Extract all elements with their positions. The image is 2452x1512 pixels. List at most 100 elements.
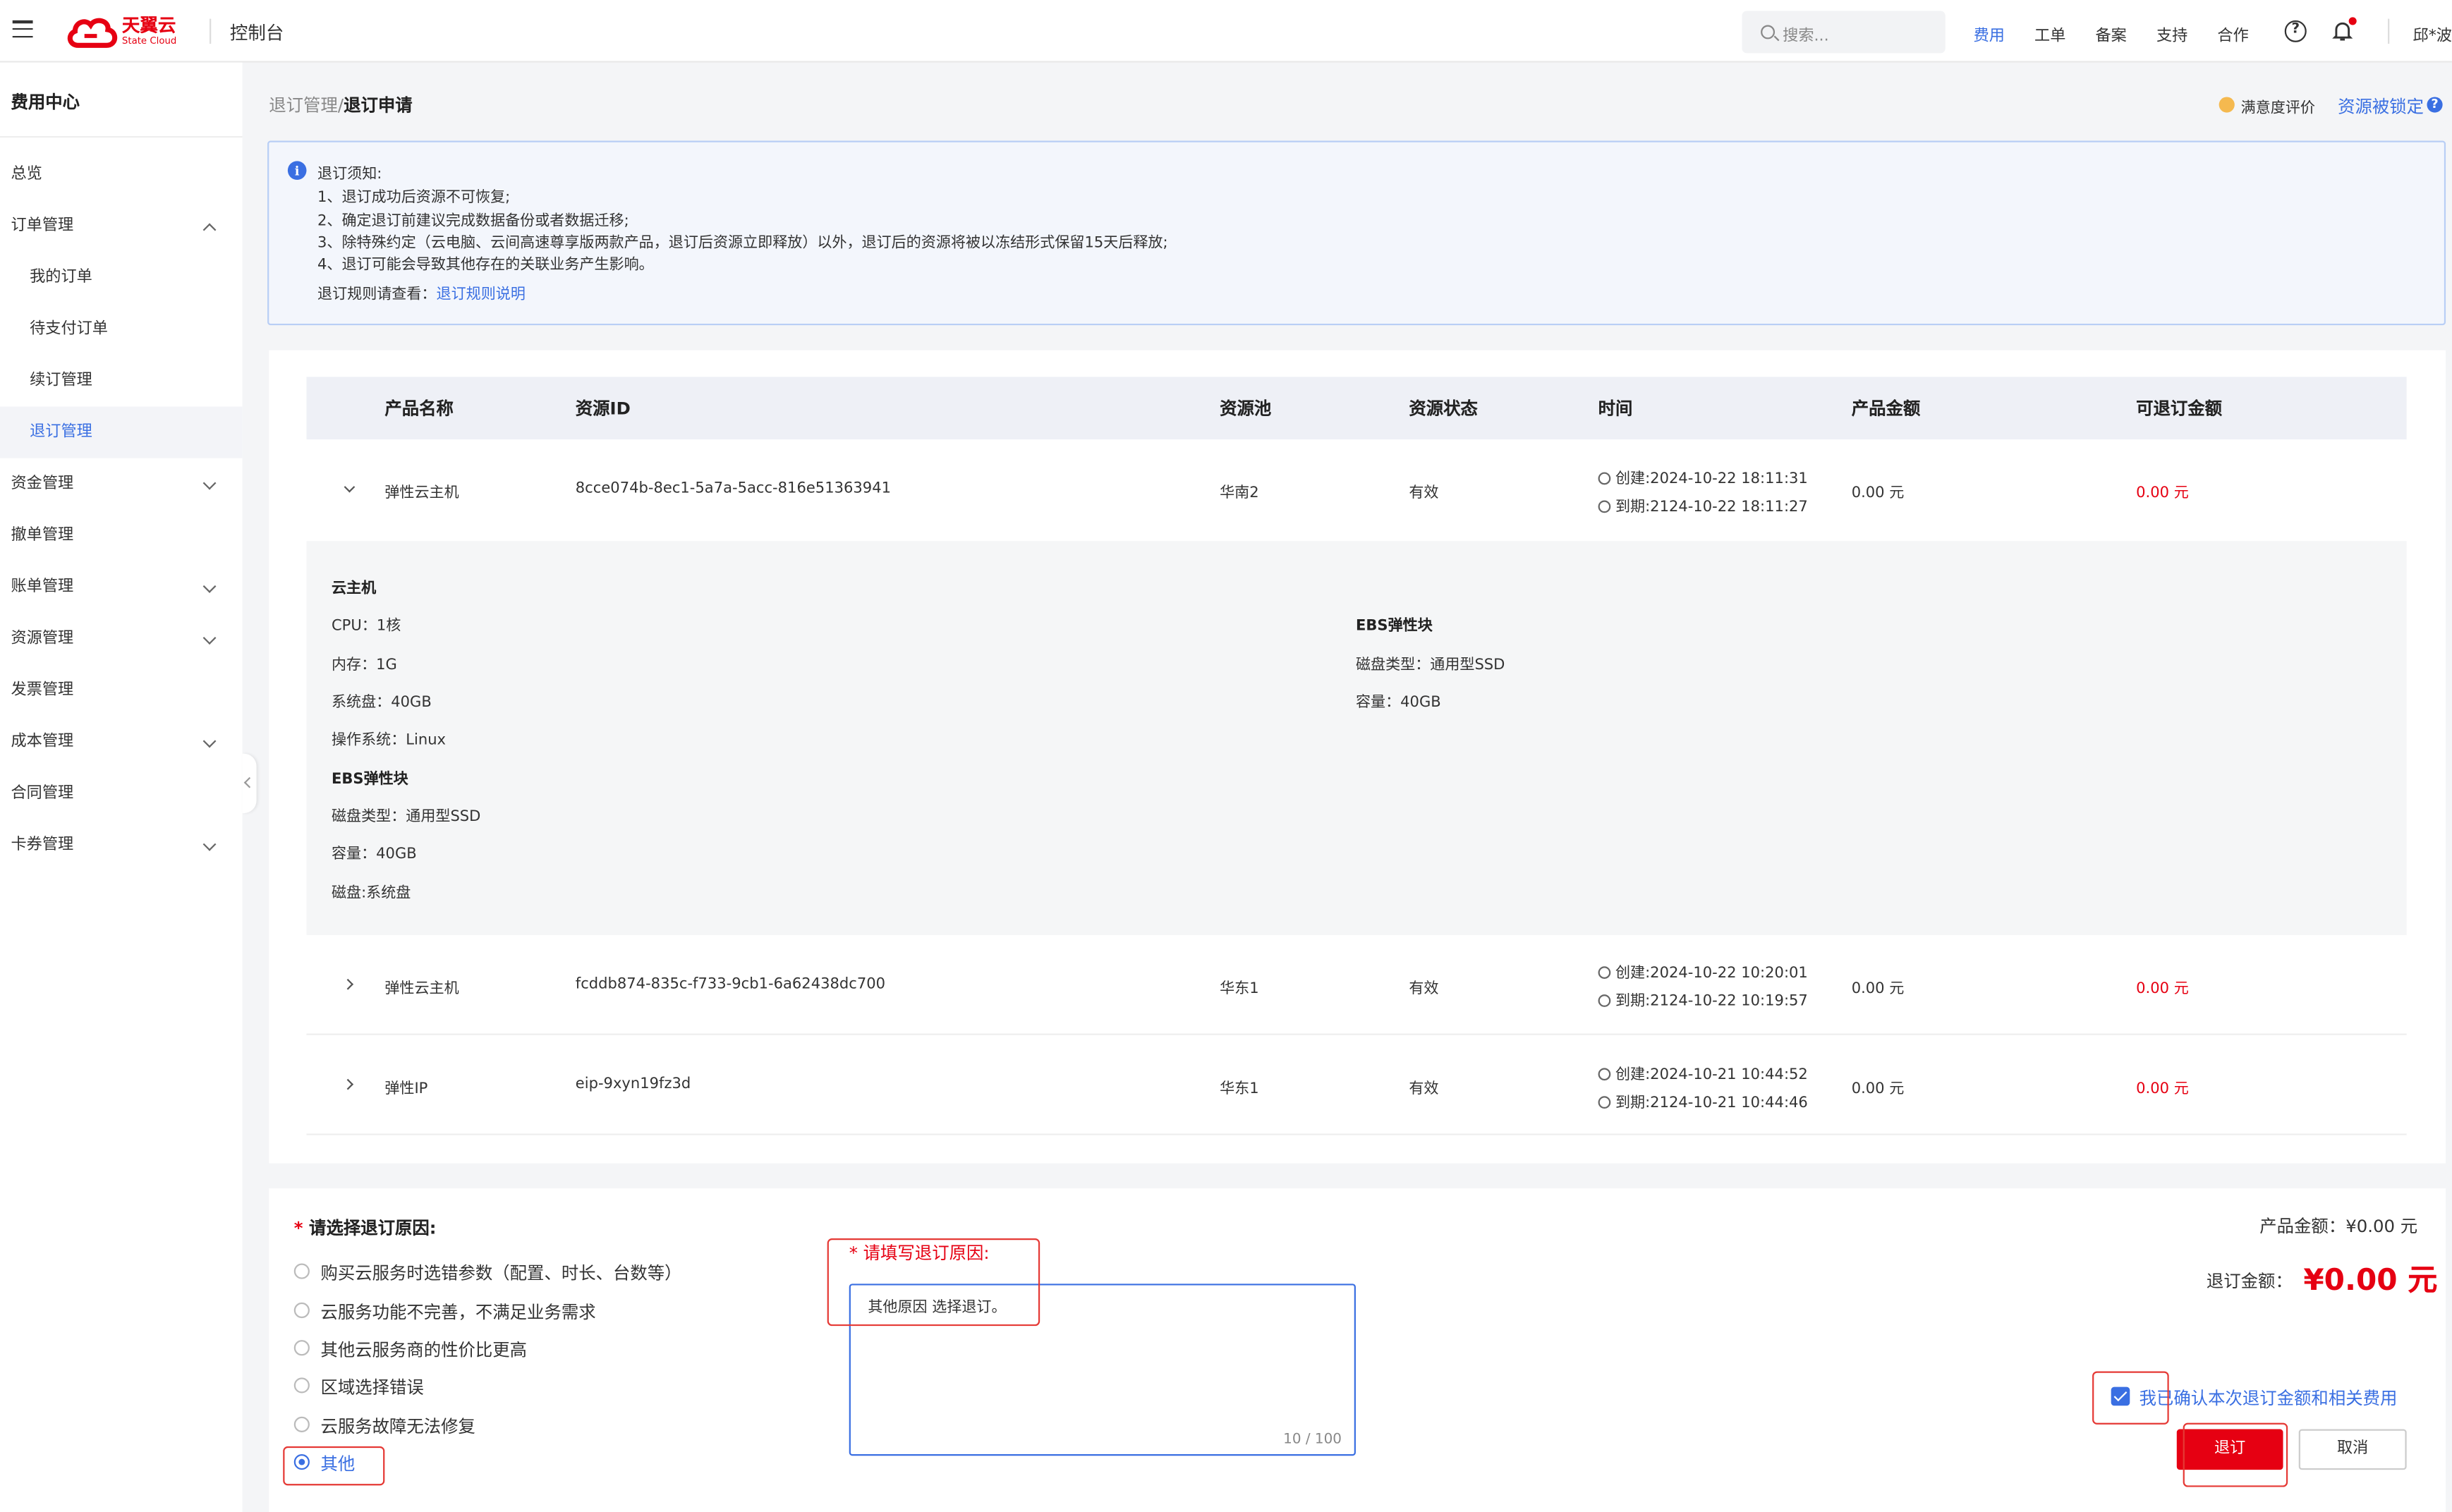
cell-expires: 到期:2124-10-21 10:44:46 [1598, 1090, 1808, 1111]
sidebar-item-overview[interactable]: 总览 [0, 149, 243, 200]
notice-line: 4、退订可能会导致其他存在的关联业务产生影响。 [317, 256, 654, 274]
detail-heading: EBS弹性块 [331, 771, 408, 788]
detail-item: 容量：40GB [331, 846, 417, 863]
column-header: 时间 [1598, 398, 1633, 420]
sidebar-item-invoices[interactable]: 发票管理 [0, 664, 243, 716]
annotation-box [2183, 1422, 2288, 1487]
chevron-down-icon [202, 580, 217, 593]
sidebar: 费用中心 总览 订单管理 我的订单 待支付订单 续订管理 退订管理 资金管理 撤… [0, 62, 243, 1512]
cell-resource-pool: 华东1 [1220, 1080, 1259, 1098]
question-icon[interactable]: ? [2427, 97, 2443, 113]
sidebar-item-pending-orders[interactable]: 待支付订单 [0, 303, 243, 355]
detail-heading: EBS弹性块 [1355, 617, 1433, 635]
clock-icon [1598, 994, 1611, 1007]
nav-cooperation[interactable]: 合作 [2217, 22, 2248, 45]
column-header: 产品金额 [1851, 398, 1921, 420]
rules-link[interactable]: 退订规则说明 [437, 286, 526, 303]
resource-locked-link[interactable]: 资源被锁定 [2338, 94, 2424, 118]
detail-item: 操作系统：Linux [331, 731, 447, 750]
confirm-label[interactable]: 我已确认本次退订金额和相关费用 [2140, 1385, 2398, 1410]
divider [2388, 18, 2390, 44]
breadcrumb-parent[interactable]: 退订管理 [269, 95, 338, 116]
char-count: 10 / 100 [1283, 1432, 1342, 1449]
cell-status: 有效 [1409, 980, 1439, 998]
nav-tickets[interactable]: 工单 [2034, 22, 2065, 45]
sidebar-item-label: 资源管理 [11, 630, 74, 647]
radio-reason[interactable] [293, 1263, 310, 1279]
cell-resource-id: 8cce074b-8ec1-5a7a-5acc-816e51363941 [575, 480, 892, 498]
cancel-button[interactable]: 取消 [2298, 1429, 2407, 1470]
nav-fees[interactable]: 费用 [1974, 22, 2005, 45]
help-icon[interactable]: ? [2284, 20, 2307, 42]
product-amount: 产品金额：¥0.00 元 [2259, 1216, 2418, 1237]
sidebar-item-funds[interactable]: 资金管理 [0, 458, 243, 510]
refund-amount-label: 退订金额： [2206, 1271, 2293, 1292]
logo[interactable]: 天翼云 State Cloud [66, 14, 207, 51]
annotation-box [2092, 1371, 2169, 1425]
cell-status: 有效 [1409, 1080, 1439, 1098]
nav-filing[interactable]: 备案 [2096, 22, 2127, 45]
sidebar-item-orders[interactable]: 订单管理 [0, 200, 243, 252]
sidebar-item-coupons[interactable]: 卡券管理 [0, 819, 243, 871]
unsubscribe-form-panel [269, 1188, 2446, 1512]
sidebar-item-label: 撤单管理 [11, 527, 74, 544]
sidebar-title: 费用中心 [11, 92, 80, 113]
radio-label[interactable]: 其他云服务商的性价比更高 [320, 1337, 527, 1362]
smiley-icon [2219, 97, 2235, 113]
satisfaction-link[interactable]: 满意度评价 [2241, 95, 2315, 117]
detail-item: 内存：1G [331, 657, 397, 674]
search-box[interactable]: 搜索... [1742, 11, 1946, 54]
sidebar-item-renewal[interactable]: 续订管理 [0, 355, 243, 406]
sidebar-collapse-toggle[interactable] [242, 753, 257, 813]
radio-label[interactable]: 区域选择错误 [320, 1374, 423, 1399]
cell-created: 创建:2024-10-22 10:20:01 [1598, 960, 1808, 982]
sidebar-item-label: 总览 [11, 166, 42, 183]
sidebar-item-label: 我的订单 [30, 269, 92, 286]
radio-reason[interactable] [293, 1340, 310, 1356]
cell-resource-pool: 华东1 [1220, 980, 1259, 998]
search-input[interactable]: 搜索... [1783, 22, 1828, 45]
breadcrumb-current: 退订申请 [344, 95, 413, 116]
radio-reason[interactable] [293, 1377, 310, 1394]
chevron-up-icon [202, 223, 217, 237]
cell-refund: 0.00 元 [2136, 1080, 2189, 1098]
notification-dot [2348, 17, 2357, 25]
sidebar-item-costs[interactable]: 成本管理 [0, 716, 243, 767]
sidebar-item-label: 待支付订单 [30, 320, 108, 338]
radio-label[interactable]: 云服务故障无法修复 [320, 1413, 475, 1438]
cell-resource-id: fcddb874-835c-f733-9cb1-6a62438dc700 [575, 975, 886, 993]
detail-item: CPU：1核 [331, 617, 401, 635]
radio-label[interactable]: 购买云服务时选错参数（配置、时长、台数等） [320, 1260, 681, 1285]
nav-support[interactable]: 支持 [2156, 22, 2187, 45]
logo-text: 天翼云 [121, 13, 176, 36]
column-header: 产品名称 [384, 398, 454, 420]
clock-icon [1598, 472, 1611, 485]
cell-product-name: 弹性云主机 [384, 980, 459, 998]
annotation-box [827, 1238, 1040, 1327]
detail-item: 磁盘:系统盘 [331, 884, 411, 903]
annotation-box [283, 1446, 385, 1486]
sidebar-item-label: 合同管理 [11, 785, 74, 803]
divider [0, 135, 243, 138]
radio-reason[interactable] [293, 1416, 310, 1432]
radio-reason[interactable] [293, 1302, 310, 1319]
detail-item: 容量：40GB [1355, 694, 1441, 712]
detail-item: 系统盘：40GB [331, 694, 432, 712]
notice-rules: 退订规则请查看：退订规则说明 [317, 281, 526, 303]
sidebar-item-my-orders[interactable]: 我的订单 [0, 252, 243, 303]
notice-line: 2、确定退订前建议完成数据备份或者数据迁移; [317, 212, 629, 230]
cell-product-name: 弹性IP [384, 1080, 428, 1098]
info-icon: i [287, 161, 307, 180]
sidebar-item-unsubscribe[interactable]: 退订管理 [0, 406, 243, 458]
sidebar-item-label: 续订管理 [30, 372, 92, 390]
sidebar-item-label: 订单管理 [11, 217, 74, 235]
radio-label[interactable]: 云服务功能不完善，不满足业务需求 [320, 1299, 595, 1324]
user-name[interactable]: 邱*波 [2413, 22, 2452, 45]
console-link[interactable]: 控制台 [230, 20, 284, 45]
sidebar-item-contracts[interactable]: 合同管理 [0, 768, 243, 819]
sidebar-item-bills[interactable]: 账单管理 [0, 561, 243, 613]
sidebar-item-resources[interactable]: 资源管理 [0, 613, 243, 664]
sidebar-item-cancellations[interactable]: 撤单管理 [0, 510, 243, 561]
logo-subtext: State Cloud [121, 35, 177, 47]
hamburger-menu-icon[interactable] [12, 20, 33, 38]
